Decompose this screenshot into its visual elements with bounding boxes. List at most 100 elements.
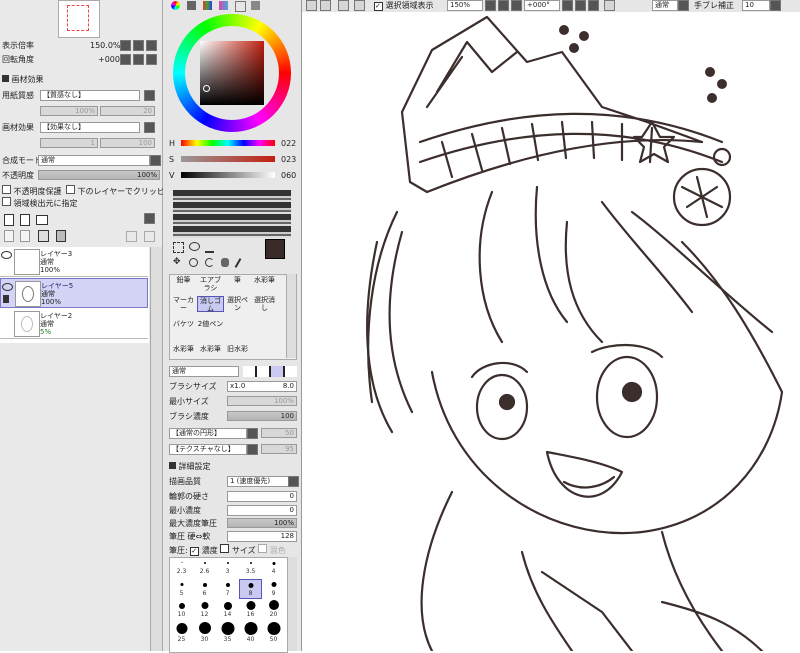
palette-tab-icon[interactable]: [203, 1, 212, 10]
layer-row-selected[interactable]: レイヤー5 通常 100%: [0, 278, 148, 308]
blend-select[interactable]: 通常: [38, 155, 150, 166]
angle-right-button[interactable]: [575, 0, 586, 11]
drawing-canvas[interactable]: [302, 12, 800, 651]
tool-binary-pen[interactable]: 2値ペン: [197, 320, 224, 336]
size-cell[interactable]: 6: [193, 579, 216, 599]
invert-select-button[interactable]: [354, 0, 365, 11]
quality-dropdown-icon[interactable]: [288, 476, 299, 487]
size-cell[interactable]: 12: [193, 600, 216, 620]
rotate-icon[interactable]: [205, 258, 214, 267]
size-cell[interactable]: 9: [262, 579, 285, 599]
move-icon[interactable]: ✥: [173, 258, 182, 267]
rotate-reset-button[interactable]: [146, 54, 157, 65]
size-cell[interactable]: 10: [170, 600, 193, 620]
paper-scale-slider[interactable]: 100%: [40, 106, 98, 116]
paper-strength-slider[interactable]: 20: [100, 106, 155, 116]
density-checkbox[interactable]: ✓: [190, 547, 200, 556]
tool-select-pen[interactable]: 選択ペン: [224, 296, 251, 312]
rotate-left-button[interactable]: [120, 54, 131, 65]
merge-icon-a[interactable]: [126, 231, 137, 242]
size-cell[interactable]: 2.3: [170, 558, 193, 578]
v-slider[interactable]: [181, 172, 275, 178]
size-slider[interactable]: x1.0 8.0: [227, 381, 297, 392]
density-slider[interactable]: 100: [227, 411, 297, 421]
new-layer-icon[interactable]: [4, 214, 14, 226]
blend-checkbox[interactable]: [258, 544, 268, 553]
size-checkbox[interactable]: [220, 544, 230, 553]
hand-icon[interactable]: [221, 258, 229, 267]
mode-dropdown-icon[interactable]: [678, 0, 689, 11]
size-cell[interactable]: 20: [262, 600, 285, 620]
transfer-down-icon[interactable]: [4, 230, 14, 242]
zoom-icon[interactable]: [189, 258, 198, 267]
eye-icon[interactable]: [1, 251, 12, 259]
size-cell[interactable]: 4: [262, 558, 285, 578]
tool-marker[interactable]: マーカー: [170, 296, 197, 312]
tool-select-eraser[interactable]: 選択消し: [251, 296, 278, 312]
size-cell[interactable]: 16: [239, 600, 262, 620]
effect-strength-slider[interactable]: 100: [100, 138, 155, 148]
merge-icon-b[interactable]: [144, 231, 155, 242]
max-pressure-slider[interactable]: 100%: [227, 518, 297, 528]
opacity-slider[interactable]: 100%: [38, 170, 160, 180]
stabilizer-dropdown-icon[interactable]: [770, 0, 781, 11]
size-cell[interactable]: 2.6: [193, 558, 216, 578]
mode-select[interactable]: 通常: [652, 0, 678, 11]
color-swatch-strip[interactable]: [173, 190, 291, 238]
saturation-value-square[interactable]: [200, 41, 264, 105]
magic-wand-icon[interactable]: [205, 242, 214, 253]
brush-shape-buttons[interactable]: [243, 366, 297, 377]
folder-icon[interactable]: [36, 215, 48, 225]
tool-watercolor-2[interactable]: 水彩筆: [170, 345, 197, 361]
zoom-plus-button[interactable]: [498, 0, 509, 11]
size-grid-scrollbar[interactable]: [287, 557, 297, 651]
effect-select[interactable]: 【効果なし】: [40, 122, 140, 133]
zoom-fit-button[interactable]: [511, 0, 522, 11]
texture-dropdown-icon[interactable]: [247, 444, 258, 455]
select-src-checkbox[interactable]: [2, 197, 11, 206]
shape-dropdown-icon[interactable]: [247, 428, 258, 439]
shape-strength-slider[interactable]: 50: [261, 428, 297, 438]
rgb-slider-tab-icon[interactable]: [187, 1, 196, 10]
redo-button[interactable]: [320, 0, 331, 11]
texture-strength-slider[interactable]: 95: [261, 444, 297, 454]
effect-dropdown-icon[interactable]: [144, 122, 155, 133]
new-layer-set-icon[interactable]: [20, 214, 30, 226]
size-cell[interactable]: 25: [170, 622, 193, 650]
detail-header-icon[interactable]: [169, 462, 176, 469]
size-cell[interactable]: 5: [170, 579, 193, 599]
rect-select-icon[interactable]: [173, 242, 184, 253]
tool-watercolor[interactable]: 水彩筆: [251, 276, 278, 292]
navigator-thumbnail[interactable]: [58, 0, 100, 38]
size-cell[interactable]: 30: [193, 622, 216, 650]
rotate-right-button[interactable]: [133, 54, 144, 65]
size-cell-selected[interactable]: 8: [239, 579, 262, 599]
trash-icon[interactable]: [56, 230, 66, 242]
main-color-swatch[interactable]: [265, 239, 285, 259]
blend-dropdown-icon[interactable]: [150, 155, 161, 166]
s-slider[interactable]: [181, 156, 275, 162]
min-density-field[interactable]: 0: [227, 505, 297, 516]
texture-select[interactable]: 【テクスチャなし】: [169, 444, 247, 455]
min-size-slider[interactable]: 100%: [227, 396, 297, 406]
flip-button[interactable]: [604, 0, 615, 11]
size-cell[interactable]: 35: [216, 622, 239, 650]
tool-eraser[interactable]: 消しゴム: [197, 296, 224, 313]
stabilizer-select[interactable]: 10: [742, 0, 770, 11]
tool-brush[interactable]: 筆: [224, 276, 251, 292]
size-cell[interactable]: 3.5: [239, 558, 262, 578]
merge-down-icon[interactable]: [20, 230, 30, 242]
tool-old-watercolor[interactable]: 旧水彩: [224, 345, 251, 361]
paper-dropdown-icon[interactable]: [144, 90, 155, 101]
zoom-out-button[interactable]: [120, 40, 131, 51]
grid-tab-icon[interactable]: [235, 1, 246, 12]
brush-blend-select[interactable]: 通常: [169, 366, 239, 377]
angle-reset-button[interactable]: [588, 0, 599, 11]
zoom-reset-button[interactable]: [146, 40, 157, 51]
eyedropper-icon[interactable]: [234, 258, 242, 268]
selection-checkbox[interactable]: ✓: [374, 2, 383, 11]
zoom-select[interactable]: 150%: [447, 0, 483, 11]
tool-airbrush[interactable]: エアブラシ: [197, 276, 224, 292]
pressure-field[interactable]: 128: [227, 531, 297, 542]
size-cell[interactable]: 7: [216, 579, 239, 599]
